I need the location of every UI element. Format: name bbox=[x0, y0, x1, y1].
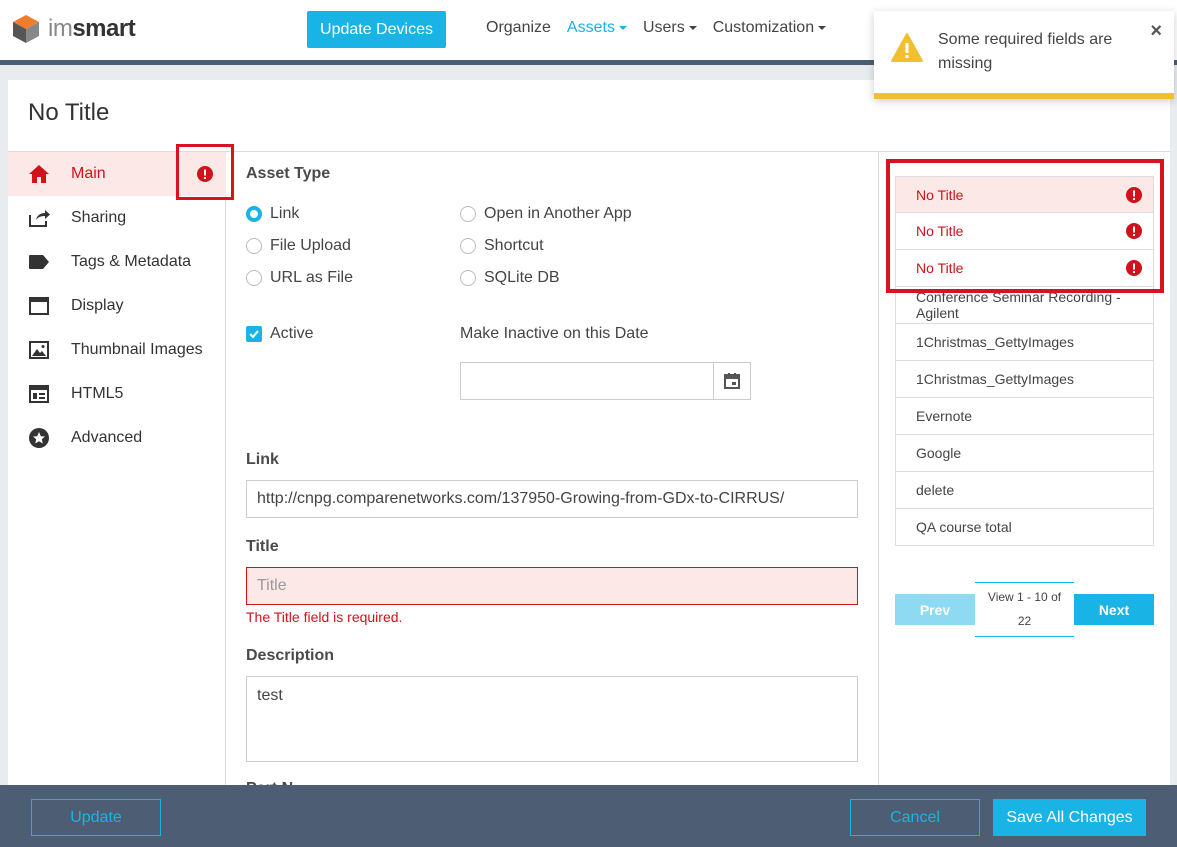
html5-icon bbox=[28, 383, 50, 405]
toast-message: Some required fields are missing bbox=[938, 31, 1113, 72]
cancel-button[interactable]: Cancel bbox=[850, 799, 980, 836]
radio-shortcut[interactable]: Shortcut bbox=[460, 237, 544, 255]
sidebar-item-label: Display bbox=[71, 297, 124, 314]
list-item[interactable]: Evernote bbox=[895, 398, 1154, 435]
share-icon bbox=[28, 207, 50, 229]
list-item[interactable]: Google bbox=[895, 435, 1154, 472]
inactive-date-input[interactable] bbox=[460, 362, 751, 400]
link-input[interactable]: http://cnpg.comparenetworks.com/137950-G… bbox=[246, 480, 858, 518]
description-textarea[interactable]: test bbox=[246, 676, 858, 762]
radio-button[interactable] bbox=[246, 270, 262, 286]
radio-button[interactable] bbox=[460, 238, 476, 254]
calendar-icon[interactable] bbox=[713, 363, 750, 399]
nav-users[interactable]: Users bbox=[643, 19, 697, 37]
inactive-date-label: Make Inactive on this Date bbox=[460, 325, 649, 342]
radio-button[interactable] bbox=[460, 270, 476, 286]
list-item[interactable]: 1Christmas_GettyImages bbox=[895, 324, 1154, 361]
nav-assets[interactable]: Assets bbox=[567, 19, 627, 37]
list-item[interactable]: 1Christmas_GettyImages bbox=[895, 361, 1154, 398]
title-label: Title bbox=[246, 538, 279, 555]
title-error-message: The Title field is required. bbox=[246, 609, 403, 625]
title-input[interactable]: Title bbox=[246, 567, 858, 605]
radio-button[interactable] bbox=[246, 238, 262, 254]
list-item[interactable]: delete bbox=[895, 472, 1154, 509]
pager-info: View 1 - 10 of 22 bbox=[975, 582, 1074, 637]
sidebar-item-thumbnail-images[interactable]: Thumbnail Images bbox=[8, 328, 226, 372]
next-button[interactable]: Next bbox=[1074, 594, 1154, 625]
update-devices-button[interactable]: Update Devices bbox=[307, 11, 446, 48]
checkmark-icon[interactable] bbox=[246, 326, 262, 342]
radio-url-as-file[interactable]: URL as File bbox=[246, 269, 353, 287]
main-nav: Organize Assets Users Customization bbox=[486, 19, 842, 37]
save-all-changes-button[interactable]: Save All Changes bbox=[993, 799, 1146, 836]
chevron-down-icon bbox=[688, 26, 697, 30]
asset-type-label: Asset Type bbox=[246, 165, 331, 182]
tag-icon bbox=[28, 251, 50, 273]
sidebar-item-advanced[interactable]: Advanced bbox=[8, 416, 226, 460]
description-label: Description bbox=[246, 647, 335, 664]
prev-button[interactable]: Prev bbox=[895, 594, 975, 625]
list-item[interactable]: QA course total bbox=[895, 509, 1154, 546]
chevron-down-icon bbox=[818, 26, 827, 30]
error-highlight-box bbox=[886, 159, 1164, 293]
radio-file-upload[interactable]: File Upload bbox=[246, 237, 351, 255]
radio-button[interactable] bbox=[460, 206, 476, 222]
brand-name: imsmart bbox=[48, 15, 136, 42]
star-icon bbox=[28, 427, 50, 449]
image-icon bbox=[28, 339, 50, 361]
sidebar-item-display[interactable]: Display bbox=[8, 284, 226, 328]
link-label: Link bbox=[246, 451, 279, 468]
sidebar-item-label: Main bbox=[71, 165, 106, 182]
update-button[interactable]: Update bbox=[31, 799, 161, 836]
sidebar-item-sharing[interactable]: Sharing bbox=[8, 196, 226, 240]
sidebar: Main Sharing Tags & Metadata Display Thu… bbox=[8, 152, 226, 785]
pager: Prev View 1 - 10 of 22 Next bbox=[895, 582, 1154, 637]
nav-customization[interactable]: Customization bbox=[713, 19, 827, 37]
sidebar-item-label: Thumbnail Images bbox=[71, 341, 203, 358]
error-highlight-box bbox=[176, 144, 234, 200]
sidebar-item-tags-metadata[interactable]: Tags & Metadata bbox=[8, 240, 226, 284]
radio-button[interactable] bbox=[246, 206, 262, 222]
home-icon bbox=[28, 163, 50, 185]
warning-icon bbox=[890, 31, 924, 65]
nav-organize[interactable]: Organize bbox=[486, 19, 551, 37]
sidebar-item-label: Advanced bbox=[71, 429, 143, 446]
radio-link[interactable]: Link bbox=[246, 205, 299, 223]
radio-open-in-another-app[interactable]: Open in Another App bbox=[460, 205, 632, 223]
chevron-down-icon bbox=[618, 26, 627, 30]
window-icon bbox=[28, 295, 50, 317]
page-title: No Title bbox=[28, 99, 110, 126]
close-icon[interactable]: × bbox=[1150, 21, 1162, 41]
radio-sqlite-db[interactable]: SQLite DB bbox=[460, 269, 560, 287]
active-checkbox[interactable]: Active bbox=[246, 325, 314, 343]
warning-toast: Some required fields are missing × bbox=[874, 11, 1174, 99]
cube-logo-icon bbox=[12, 14, 40, 44]
footer-bar: Update Cancel Save All Changes bbox=[0, 785, 1177, 847]
brand-logo[interactable]: imsmart bbox=[12, 14, 136, 44]
list-divider bbox=[878, 152, 879, 785]
sidebar-item-label: Tags & Metadata bbox=[71, 253, 192, 270]
sidebar-item-label: HTML5 bbox=[71, 385, 124, 402]
sidebar-item-html5[interactable]: HTML5 bbox=[8, 372, 226, 416]
sidebar-item-label: Sharing bbox=[71, 209, 127, 226]
